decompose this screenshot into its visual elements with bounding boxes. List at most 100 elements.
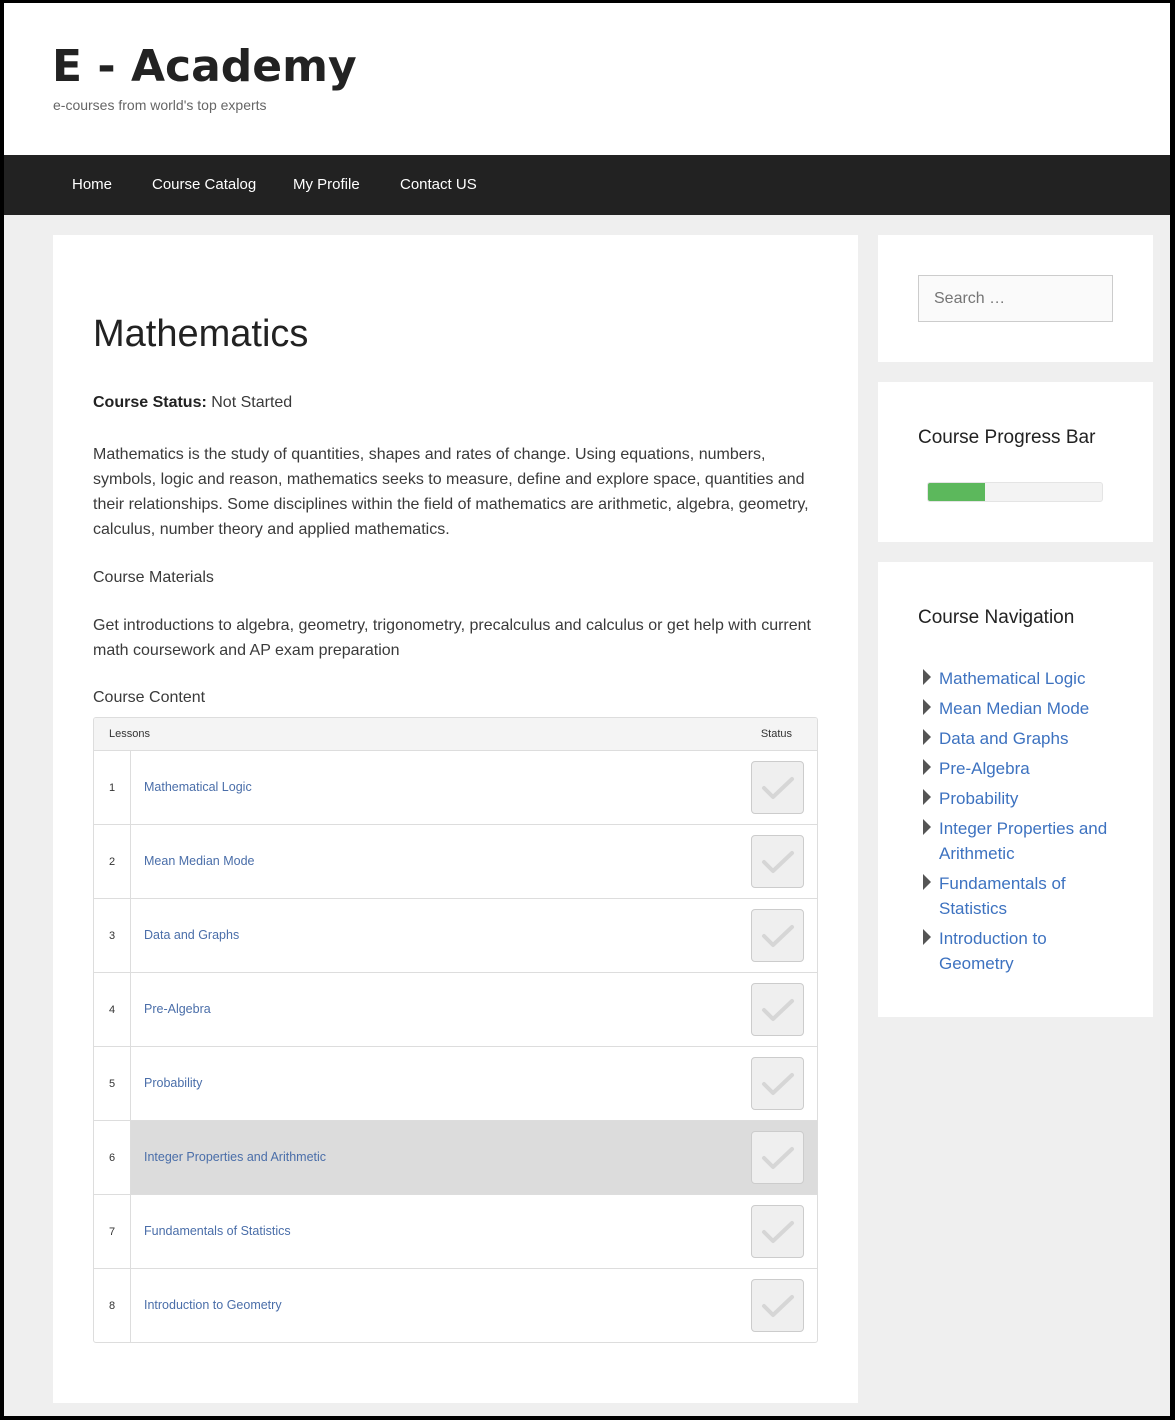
table-row: 3 Data and Graphs [94, 899, 817, 973]
course-nav-link[interactable]: Pre-Algebra [939, 759, 1030, 778]
lesson-link[interactable]: Fundamentals of Statistics [144, 1224, 291, 1238]
lesson-link[interactable]: Mean Median Mode [144, 854, 254, 868]
course-nav-item: Pre-Algebra [918, 756, 1118, 781]
lesson-cell: Data and Graphs [131, 899, 817, 972]
lesson-link[interactable]: Probability [144, 1076, 202, 1090]
course-nav-item: Integer Properties and Arithmetic [918, 816, 1118, 866]
nav-item-my-profile[interactable]: My Profile [293, 155, 360, 215]
course-nav-item: Data and Graphs [918, 726, 1118, 751]
page-title: Mathematics [93, 313, 309, 355]
main-content: Mathematics Course Status: Not Started M… [53, 235, 858, 1403]
course-nav-link[interactable]: Mean Median Mode [939, 699, 1089, 718]
lesson-link[interactable]: Pre-Algebra [144, 1002, 211, 1016]
lesson-status-checkbox[interactable] [751, 835, 804, 888]
lesson-cell: Pre-Algebra [131, 973, 817, 1046]
progress-widget: Course Progress Bar [878, 382, 1153, 542]
lesson-cell: Mean Median Mode [131, 825, 817, 898]
course-nav-item: Mean Median Mode [918, 696, 1118, 721]
checkmark-icon [761, 850, 794, 873]
table-row: 1 Mathematical Logic [94, 751, 817, 825]
course-progress-bar [927, 482, 1103, 502]
lesson-cell: Mathematical Logic [131, 751, 817, 824]
checkmark-icon [761, 998, 794, 1021]
table-row: 2 Mean Median Mode [94, 825, 817, 899]
caret-right-icon [923, 874, 931, 890]
table-row: 4 Pre-Algebra [94, 973, 817, 1047]
course-navigation-widget: Course Navigation Mathematical Logic Mean… [878, 562, 1153, 1017]
lesson-number: 7 [94, 1195, 131, 1268]
course-progress-fill [928, 483, 986, 501]
caret-right-icon [923, 699, 931, 715]
table-header: Lessons Status [94, 718, 817, 751]
table-row: 5 Probability [94, 1047, 817, 1121]
nav-item-home[interactable]: Home [72, 155, 112, 215]
column-header-status: Status [760, 728, 792, 740]
lesson-link[interactable]: Introduction to Geometry [144, 1298, 282, 1312]
lesson-number: 5 [94, 1047, 131, 1120]
course-status-label: Course Status: [93, 394, 207, 411]
lesson-status-checkbox[interactable] [751, 761, 804, 814]
site-tagline: e-courses from world's top experts [53, 97, 267, 113]
main-navigation: Home Course Catalog My Profile Contact U… [4, 155, 1170, 215]
course-nav-item: Introduction to Geometry [918, 926, 1118, 976]
search-input[interactable] [918, 275, 1113, 322]
caret-right-icon [923, 929, 931, 945]
lesson-cell: Fundamentals of Statistics [131, 1195, 817, 1268]
table-row: 6 Integer Properties and Arithmetic [94, 1121, 817, 1195]
lesson-status-checkbox[interactable] [751, 909, 804, 962]
lesson-link[interactable]: Mathematical Logic [144, 780, 252, 794]
table-row: 8 Introduction to Geometry [94, 1269, 817, 1342]
lesson-number: 1 [94, 751, 131, 824]
caret-right-icon [923, 669, 931, 685]
checkmark-icon [761, 776, 794, 799]
course-nav-link[interactable]: Integer Properties and Arithmetic [939, 819, 1107, 863]
table-body: 1 Mathematical Logic 2 Mean Median Mode 3 Dat… [94, 751, 817, 1342]
course-nav-link[interactable]: Probability [939, 789, 1018, 808]
course-materials-heading: Course Materials [93, 569, 214, 586]
lesson-number: 3 [94, 899, 131, 972]
course-nav-link[interactable]: Introduction to Geometry [939, 929, 1047, 973]
lesson-number: 8 [94, 1269, 131, 1342]
lesson-cell: Probability [131, 1047, 817, 1120]
course-materials-text: Get introductions to algebra, geometry, … [93, 617, 811, 659]
course-navigation-list: Mathematical Logic Mean Median Mode Data a… [918, 666, 1118, 981]
course-nav-link[interactable]: Fundamentals of Statistics [939, 874, 1066, 918]
checkmark-icon [761, 924, 794, 947]
site-title[interactable]: E - Academy [52, 41, 357, 92]
course-nav-item: Mathematical Logic [918, 666, 1118, 691]
caret-right-icon [923, 729, 931, 745]
search-widget [878, 235, 1153, 362]
nav-item-course-catalog[interactable]: Course Catalog [152, 155, 256, 215]
lesson-cell: Introduction to Geometry [131, 1269, 817, 1342]
caret-right-icon [923, 759, 931, 775]
course-nav-item: Fundamentals of Statistics [918, 871, 1118, 921]
lesson-link[interactable]: Data and Graphs [144, 928, 239, 942]
site-header: E - Academy e-courses from world's top e… [4, 3, 1170, 155]
checkmark-icon [761, 1294, 794, 1317]
lesson-number: 6 [94, 1121, 131, 1194]
course-status: Course Status: Not Started [93, 394, 292, 412]
lesson-status-checkbox[interactable] [751, 1279, 804, 1332]
course-status-value: Not Started [211, 394, 293, 411]
nav-item-contact-us[interactable]: Contact US [400, 155, 477, 215]
course-content-heading: Course Content [93, 689, 206, 706]
table-row: 7 Fundamentals of Statistics [94, 1195, 817, 1269]
lesson-status-checkbox[interactable] [751, 1131, 804, 1184]
lesson-number: 4 [94, 973, 131, 1046]
course-navigation-title: Course Navigation [918, 607, 1075, 628]
lesson-cell: Integer Properties and Arithmetic [131, 1121, 817, 1194]
checkmark-icon [761, 1072, 794, 1095]
lesson-status-checkbox[interactable] [751, 1205, 804, 1258]
caret-right-icon [923, 819, 931, 835]
progress-widget-title: Course Progress Bar [918, 427, 1096, 448]
checkmark-icon [761, 1220, 794, 1243]
course-nav-item: Probability [918, 786, 1118, 811]
column-header-lessons: Lessons [109, 728, 150, 740]
page-frame: E - Academy e-courses from world's top e… [4, 3, 1170, 1416]
lesson-link[interactable]: Integer Properties and Arithmetic [144, 1150, 326, 1164]
lesson-status-checkbox[interactable] [751, 1057, 804, 1110]
course-nav-link[interactable]: Mathematical Logic [939, 669, 1085, 688]
lesson-status-checkbox[interactable] [751, 983, 804, 1036]
lesson-number: 2 [94, 825, 131, 898]
course-nav-link[interactable]: Data and Graphs [939, 729, 1068, 748]
